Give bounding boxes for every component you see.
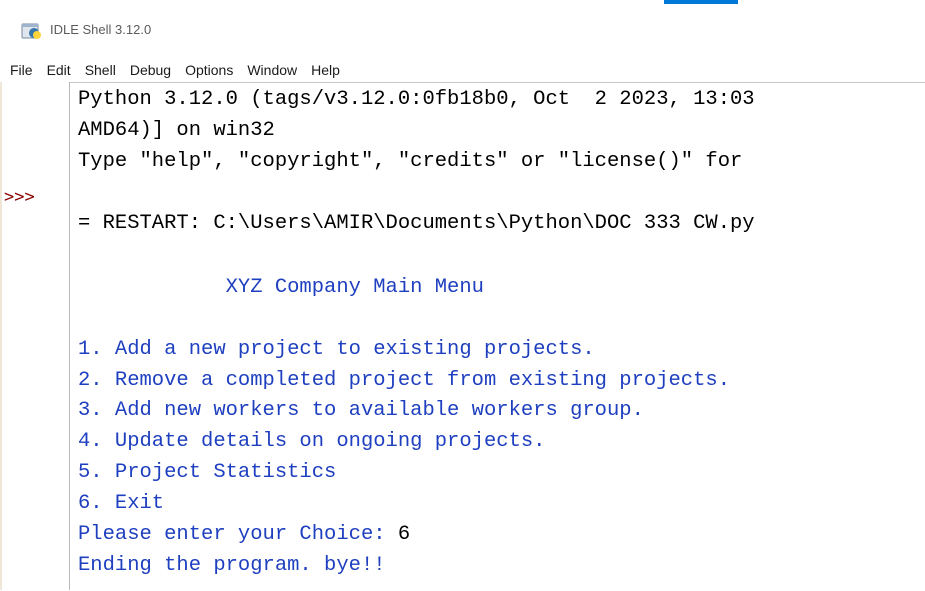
menu-file[interactable]: File <box>10 62 33 78</box>
menu-options[interactable]: Options <box>185 62 233 78</box>
restart-line: = RESTART: C:\Users\AMIR\Documents\Pytho… <box>78 212 755 235</box>
menu-help[interactable]: Help <box>311 62 340 78</box>
output-line-4: 4. Update details on ongoing projects. <box>78 430 546 453</box>
input-prompt-line: Please enter your Choice: 6 <box>78 520 410 550</box>
output-line-5: 5. Project Statistics <box>78 461 337 484</box>
gutter-edge <box>0 82 2 590</box>
menu-bar: File Edit Shell Debug Options Window Hel… <box>0 58 925 82</box>
output-line-1: 1. Add a new project to existing project… <box>78 338 595 361</box>
menu-edit[interactable]: Edit <box>47 62 71 78</box>
shell-text-area[interactable]: Python 3.12.0 (tags/v3.12.0:0fb18b0, Oct… <box>70 82 925 591</box>
banner-line-1: Python 3.12.0 (tags/v3.12.0:0fb18b0, Oct… <box>78 88 755 111</box>
output-title: XYZ Company Main Menu <box>78 276 484 299</box>
output-line-end: Ending the program. bye!! <box>78 554 386 577</box>
choice-prompt: Please enter your Choice: <box>78 523 398 546</box>
user-input-value: 6 <box>397 523 411 546</box>
output-line-2: 2. Remove a completed project from exist… <box>78 369 731 392</box>
banner-line-2: AMD64)] on win32 <box>78 119 275 142</box>
output-line-6: 6. Exit <box>78 492 165 515</box>
banner-line-3: Type "help", "copyright", "credits" or "… <box>78 150 743 173</box>
python-idle-icon <box>21 23 41 39</box>
window-title: IDLE Shell 3.12.0 <box>50 22 152 37</box>
menu-shell[interactable]: Shell <box>85 62 116 78</box>
title-bar: IDLE Shell 3.12.0 <box>0 0 925 58</box>
shell-sidebar <box>0 82 70 590</box>
shell-prompt: >>> <box>4 187 35 207</box>
menu-debug[interactable]: Debug <box>130 62 171 78</box>
menu-window[interactable]: Window <box>247 62 297 78</box>
title-accent <box>664 0 738 4</box>
output-line-3: 3. Add new workers to available workers … <box>78 399 644 422</box>
